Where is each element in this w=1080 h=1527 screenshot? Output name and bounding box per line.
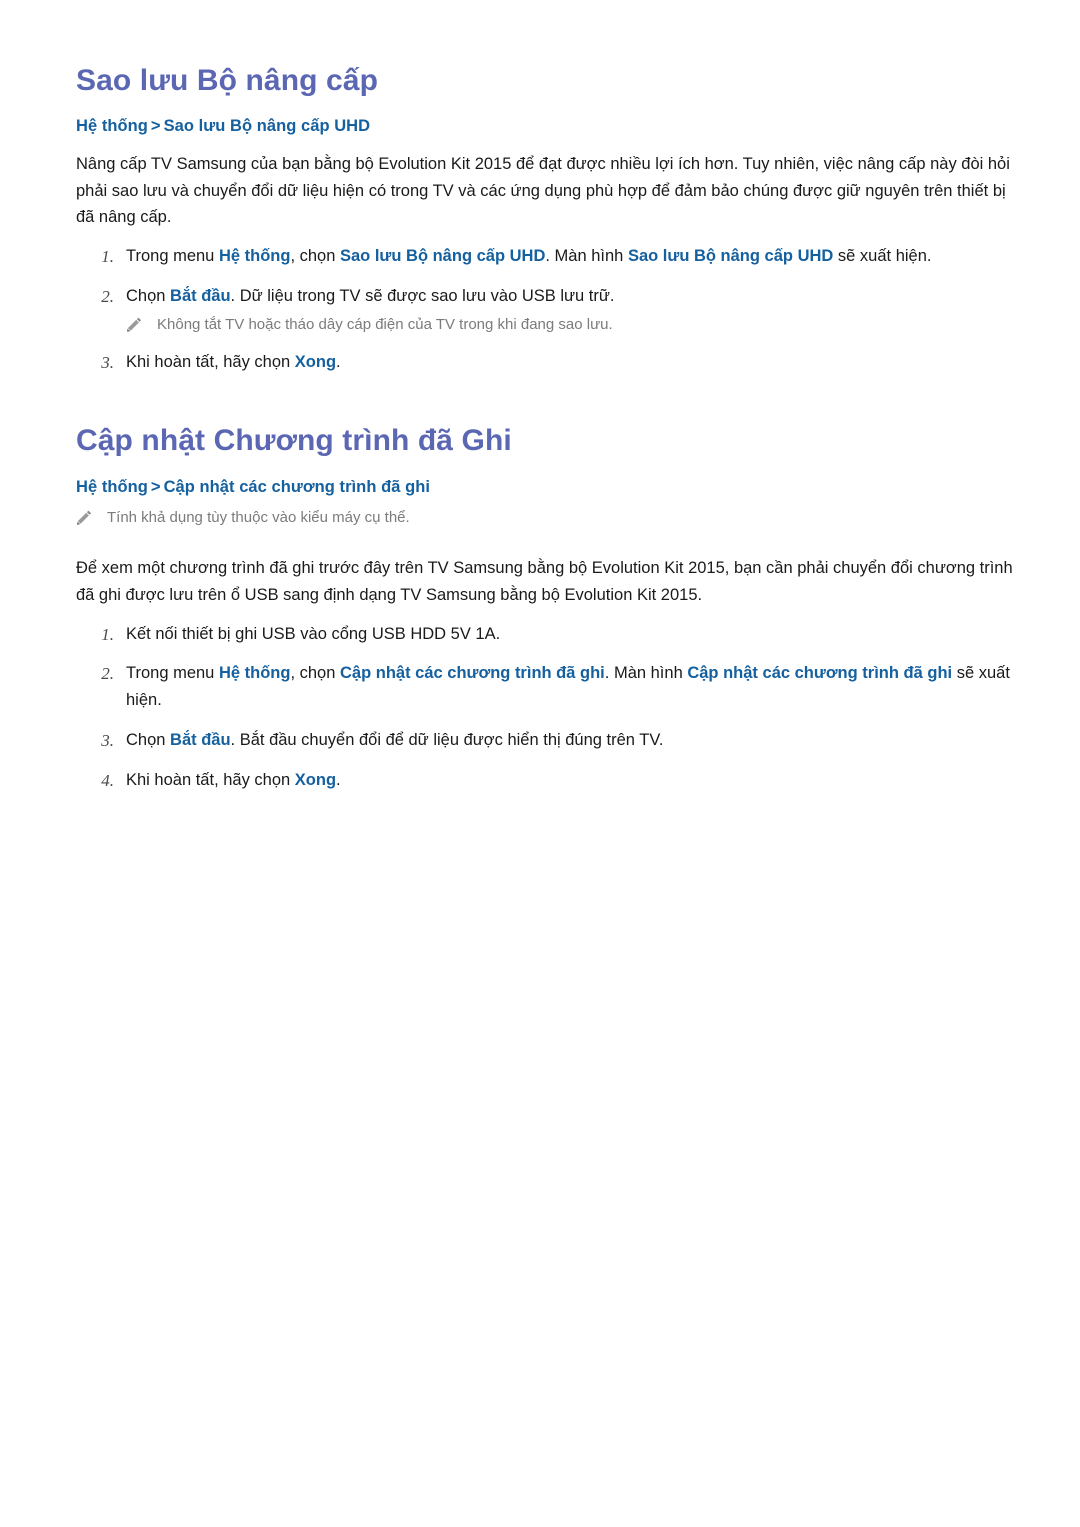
breadcrumb-secondary: Hệ thống > Cập nhật các chương trình đã gh… (76, 477, 1020, 498)
step-number: 2. (101, 286, 114, 306)
keyword: Xong (294, 353, 337, 372)
keyword: Sao lưu Bộ nâng cấp UHD (339, 247, 546, 266)
step-text: Khi hoàn tất, hãy chọn Xong. (126, 770, 341, 789)
list-item: 2. Trong menu Hệ thống, chọn Cập nhật cá… (76, 660, 1020, 713)
keyword: Cập nhật các chương trình đã ghi (687, 664, 953, 683)
step-number: 3. (101, 353, 114, 373)
note-callout: Không tắt TV hoặc tháo dây cáp điện của … (126, 314, 1020, 337)
step-text: Khi hoàn tất, hãy chọn Xong. (126, 353, 341, 372)
section-update-recorded-programs: Cập nhật Chương trình đã Ghi Hệ thống > Cậ… (76, 422, 1020, 793)
note-text: Không tắt TV hoặc tháo dây cáp điện của … (157, 315, 613, 333)
note-callout-availability: Tính khả dụng tùy thuộc vào kiểu máy cụ … (76, 507, 1020, 530)
note-text: Tính khả dụng tùy thuộc vào kiểu máy cụ … (107, 508, 410, 526)
breadcrumb-separator: > (150, 478, 161, 497)
pencil-icon (76, 509, 93, 526)
steps-list-update: 1. Kết nối thiết bị ghi USB vào cổng USB… (76, 621, 1020, 794)
keyword: Sao lưu Bộ nâng cấp UHD (627, 247, 834, 266)
keyword: Xong (294, 770, 337, 789)
step-number: 3. (101, 730, 114, 750)
step-number: 1. (101, 624, 114, 644)
steps-list-backup: 1. Trong menu Hệ thống, chọn Sao lưu Bộ … (76, 243, 1020, 376)
keyword: Bắt đầu (170, 286, 231, 305)
step-text: Trong menu Hệ thống, chọn Sao lưu Bộ nân… (126, 247, 932, 266)
list-item: 3. Khi hoàn tất, hãy chọn Xong. (76, 349, 1020, 376)
list-item: 4. Khi hoàn tất, hãy chọn Xong. (76, 767, 1020, 794)
page-title-secondary: Cập nhật Chương trình đã Ghi (76, 423, 512, 457)
intro-paragraph: Nâng cấp TV Samsung của bạn bằng bộ Evol… (76, 154, 1010, 227)
breadcrumb-separator: > (150, 116, 161, 135)
breadcrumb-leaf: Sao lưu Bộ nâng cấp UHD (163, 116, 371, 135)
step-text: Trong menu Hệ thống, chọn Cập nhật các c… (126, 664, 1010, 710)
document-page: Sao lưu Bộ nâng cấp Hệ thống > Sao lưu Bộ … (0, 0, 1080, 1527)
list-item: 1. Kết nối thiết bị ghi USB vào cổng USB… (76, 621, 1020, 648)
step-text: Kết nối thiết bị ghi USB vào cổng USB HD… (126, 624, 501, 643)
pencil-icon (126, 316, 143, 333)
step-number: 2. (101, 664, 114, 684)
breadcrumb-root: Hệ thống (76, 116, 148, 135)
keyword: Hệ thống (218, 664, 291, 683)
keyword: Cập nhật các chương trình đã ghi (339, 664, 605, 683)
keyword: Hệ thống (218, 247, 291, 266)
section-backup-upgrade: Sao lưu Bộ nâng cấp Hệ thống > Sao lưu Bộ … (76, 62, 1020, 376)
breadcrumb: Hệ thống > Sao lưu Bộ nâng cấp UHD (76, 116, 1020, 137)
step-text: Chọn Bắt đầu. Bắt đầu chuyển đổi để dữ l… (126, 730, 664, 749)
list-item: 2. Chọn Bắt đầu. Dữ liệu trong TV sẽ đượ… (76, 283, 1020, 336)
breadcrumb-leaf: Cập nhật các chương trình đã ghi (163, 478, 430, 497)
list-item: 3. Chọn Bắt đầu. Bắt đầu chuyển đổi để d… (76, 727, 1020, 754)
page-title: Sao lưu Bộ nâng cấp (76, 64, 378, 97)
step-number: 1. (101, 247, 114, 267)
breadcrumb-root: Hệ thống (76, 478, 148, 497)
list-item: 1. Trong menu Hệ thống, chọn Sao lưu Bộ … (76, 243, 1020, 270)
step-number: 4. (101, 770, 114, 790)
intro-paragraph-secondary: Để xem một chương trình đã ghi trước đây… (76, 559, 1013, 604)
keyword: Bắt đầu (170, 730, 231, 749)
step-text: Chọn Bắt đầu. Dữ liệu trong TV sẽ được s… (126, 286, 615, 305)
